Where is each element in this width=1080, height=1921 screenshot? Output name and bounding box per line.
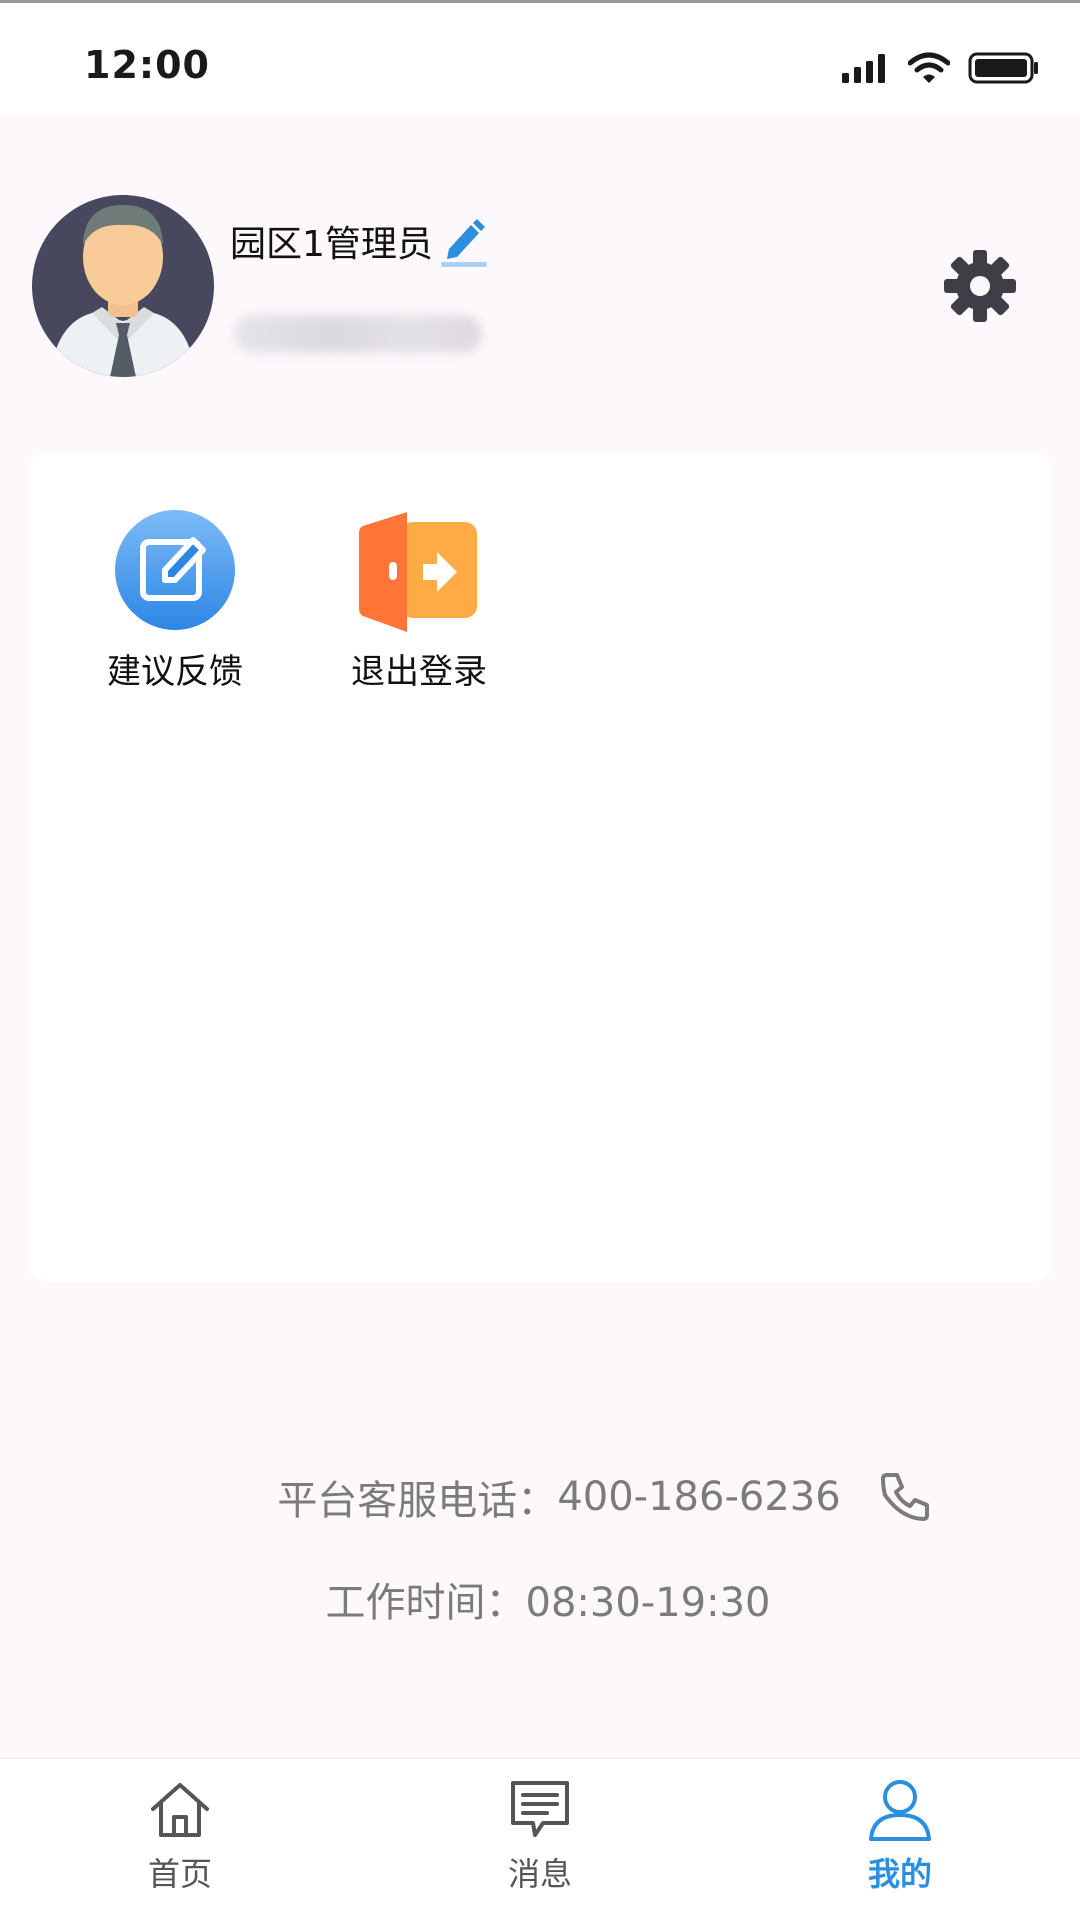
status-bar: 12:00 — [0, 0, 1080, 115]
customer-service: 平台客服电话： 400-186-6236 — [0, 1468, 1080, 1526]
bottom-tab-bar: 首页 消息 我的 — [0, 1758, 1080, 1921]
status-time: 12:00 — [84, 43, 210, 87]
tab-messages[interactable]: 消息 — [460, 1777, 620, 1895]
phone-icon[interactable] — [877, 1469, 933, 1525]
actions-card: 建议反馈 退出登录 — [28, 452, 1052, 1282]
logout-door-icon — [357, 508, 481, 632]
service-phone-label: 平台客服电话： — [277, 1478, 558, 1524]
logout-label: 退出登录 — [351, 652, 487, 692]
edit-name-icon[interactable] — [439, 215, 489, 267]
battery-icon — [968, 52, 1038, 84]
wifi-icon — [908, 52, 950, 83]
user-phone-obscured — [234, 315, 482, 353]
hours-label: 工作时间： — [325, 1580, 526, 1626]
service-hours: 工作时间：08:30-19:30 — [8, 1570, 1080, 1628]
status-icons — [840, 51, 1040, 85]
feedback-label: 建议反馈 — [107, 652, 243, 692]
feedback-button[interactable]: 建议反馈 — [80, 508, 270, 693]
hours-value: 08:30-19:30 — [525, 1580, 771, 1626]
username: 园区1管理员 — [230, 224, 433, 265]
service-phone-row[interactable]: 平台客服电话： 400-186-6236 — [277, 1468, 932, 1526]
tab-mine-label: 我的 — [867, 1855, 932, 1893]
user-icon — [867, 1777, 933, 1843]
logout-button[interactable]: 退出登录 — [324, 508, 514, 693]
message-icon — [507, 1777, 573, 1843]
tab-home-label: 首页 — [147, 1855, 212, 1893]
feedback-edit-icon — [113, 508, 237, 632]
tab-mine[interactable]: 我的 — [820, 1777, 980, 1895]
tab-messages-label: 消息 — [507, 1855, 572, 1893]
avatar[interactable] — [32, 195, 214, 377]
service-phone-number: 400-186-6236 — [557, 1474, 841, 1520]
gear-icon[interactable] — [942, 248, 1018, 324]
username-row: 园区1管理员 — [230, 215, 489, 267]
signal-icon — [842, 54, 885, 83]
home-icon — [147, 1777, 213, 1843]
profile-header: 园区1管理员 — [0, 115, 1080, 445]
tab-home[interactable]: 首页 — [100, 1777, 260, 1895]
